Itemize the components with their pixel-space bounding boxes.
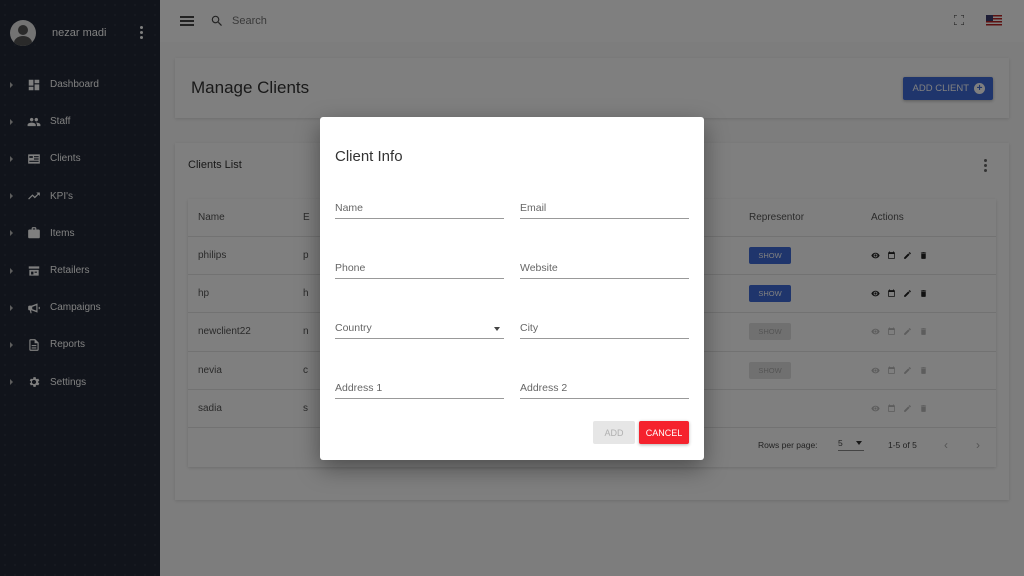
city-input[interactable] <box>520 317 689 338</box>
phone-field <box>335 257 504 279</box>
address1-field <box>335 377 504 399</box>
name-field <box>335 197 504 219</box>
dialog-title: Client Info <box>335 148 403 165</box>
website-input[interactable] <box>520 257 689 278</box>
country-field <box>335 317 504 339</box>
address2-input[interactable] <box>520 377 689 398</box>
address1-input[interactable] <box>335 377 504 398</box>
add-button[interactable]: ADD <box>593 421 635 444</box>
name-input[interactable] <box>335 197 504 218</box>
email-field <box>520 197 689 219</box>
dropdown-arrow-icon[interactable] <box>494 327 500 331</box>
country-select[interactable] <box>335 317 504 338</box>
website-field <box>520 257 689 279</box>
city-field <box>520 317 689 339</box>
phone-input[interactable] <box>335 257 504 278</box>
cancel-button[interactable]: CANCEL <box>639 421 689 444</box>
client-info-dialog: Client Info ADD CANCEL <box>320 117 704 460</box>
address2-field <box>520 377 689 399</box>
email-input[interactable] <box>520 197 689 218</box>
